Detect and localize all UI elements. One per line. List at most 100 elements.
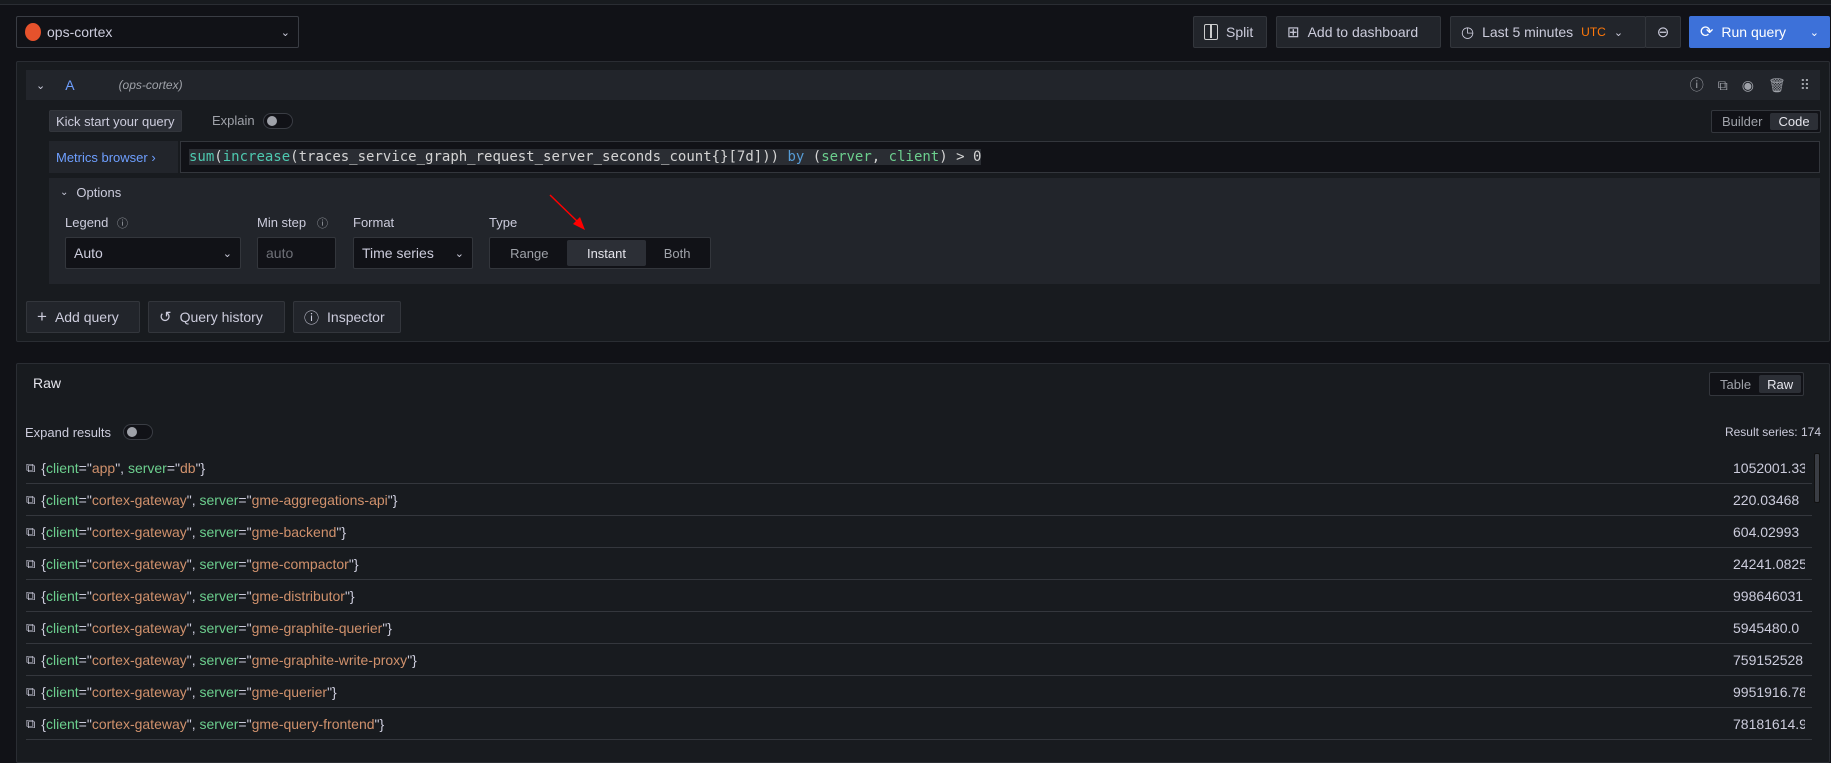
datasource-picker[interactable]: ops-cortex ⌄: [16, 16, 299, 48]
expand-results-label: Expand results: [25, 425, 111, 440]
info-circle-icon: ⓘ: [304, 309, 320, 327]
token-paren: (: [812, 149, 822, 165]
copy-icon[interactable]: ⧉: [26, 460, 35, 476]
token-comma: ,: [871, 149, 889, 165]
result-row: ⧉ {client="cortex-gateway", server="gme-g…: [26, 644, 1812, 676]
query-history-button[interactable]: ↺ Query history: [148, 301, 285, 333]
time-range-picker[interactable]: ◷ Last 5 minutes UTC ⌄: [1450, 16, 1646, 48]
metrics-browser-label: Metrics browser ›: [56, 149, 156, 165]
series-value: 24241.0825: [1733, 555, 1805, 572]
expand-results-toggle[interactable]: [123, 424, 153, 440]
type-radio-group: Range Instant Both: [489, 237, 711, 269]
series-value: 5945480.0: [1733, 619, 1800, 636]
inspector-button[interactable]: ⓘ Inspector: [293, 301, 401, 333]
help-icon[interactable]: ⓘ: [1690, 75, 1704, 95]
format-label: Format: [353, 215, 395, 230]
server-value: gme-graphite-write-proxy: [251, 651, 408, 668]
split-button[interactable]: Split: [1193, 16, 1267, 48]
results-scrollbar[interactable]: [1814, 453, 1820, 503]
add-query-button[interactable]: + Add query: [26, 301, 140, 333]
history-icon: ↺: [159, 309, 172, 326]
server-value: gme-compactor: [251, 555, 349, 572]
red-arrow-annotation: [549, 194, 585, 230]
min-step-placeholder: auto: [266, 245, 294, 261]
result-row: ⧉ {client="app", server="db"} 1052001.33: [26, 452, 1812, 484]
chevron-down-icon: ⌄: [280, 26, 290, 39]
datasource-name: ops-cortex: [47, 24, 113, 40]
copy-icon[interactable]: ⧉: [26, 620, 35, 636]
min-step-input[interactable]: auto: [257, 237, 336, 269]
result-row: ⧉ {client="cortex-gateway", server="gme-q…: [26, 676, 1812, 708]
series-value: 604.02993: [1733, 523, 1800, 540]
trash-icon[interactable]: 🗑: [1768, 75, 1786, 95]
client-value: cortex-gateway: [91, 683, 187, 700]
format-select[interactable]: Time series ⌄: [353, 237, 473, 269]
series-labels: {client="cortex-gateway", server="gme-ba…: [41, 523, 347, 540]
token-metric: traces_service_graph_request_server_seco…: [298, 149, 763, 165]
server-value: gme-query-frontend: [251, 715, 375, 732]
copy-icon[interactable]: ⧉: [26, 652, 35, 668]
zoom-out-button[interactable]: ⊖: [1645, 16, 1681, 48]
copy-icon[interactable]: ⧉: [26, 716, 35, 732]
time-range-label: Last 5 minutes: [1482, 24, 1574, 40]
result-series-count: Result series: 174: [1724, 425, 1821, 439]
eye-icon[interactable]: ◉: [1742, 75, 1754, 95]
raw-view-button[interactable]: Raw: [1759, 375, 1802, 393]
code-mode-button[interactable]: Code: [1770, 113, 1818, 130]
copy-icon[interactable]: ⧉: [26, 524, 35, 540]
chevron-down-icon: ⌄: [222, 247, 232, 260]
copy-icon[interactable]: ⧉: [26, 492, 35, 508]
format-value: Time series: [362, 245, 434, 261]
drag-handle-icon[interactable]: ⠿: [1800, 75, 1810, 95]
result-row: ⧉ {client="cortex-gateway", server="gme-q…: [26, 708, 1812, 740]
client-value: cortex-gateway: [91, 715, 187, 732]
min-step-label: Min step: [257, 215, 307, 230]
client-value: cortex-gateway: [91, 555, 187, 572]
type-instant-option[interactable]: Instant: [566, 240, 647, 266]
explain-label: Explain: [212, 113, 255, 128]
chevron-down-icon: ⌄: [454, 247, 464, 260]
type-range-option[interactable]: Range: [492, 240, 567, 266]
split-icon: [1204, 24, 1218, 40]
server-value: gme-aggregations-api: [251, 491, 388, 508]
legend-label: Legend: [65, 215, 109, 230]
type-label: Type: [489, 215, 518, 230]
kick-start-label: Kick start your query: [56, 113, 175, 129]
copy-icon[interactable]: ⧉: [26, 588, 35, 604]
legend-select[interactable]: Auto ⌄: [65, 237, 241, 269]
metrics-browser-button[interactable]: Metrics browser ›: [49, 141, 178, 173]
copy-icon[interactable]: ⧉: [26, 684, 35, 700]
zoom-out-icon: ⊖: [1656, 24, 1670, 41]
explain-toggle[interactable]: [263, 113, 293, 129]
run-query-button[interactable]: ⟳ Run query ⌄: [1689, 16, 1830, 48]
query-ref-id[interactable]: A: [65, 77, 74, 93]
chevron-down-icon: ⌄: [1613, 26, 1624, 39]
copy-icon[interactable]: ⧉: [1718, 75, 1728, 95]
kick-start-button[interactable]: Kick start your query: [49, 110, 182, 132]
clock-icon: ◷: [1461, 24, 1475, 41]
options-toggle[interactable]: ⌄ Options: [60, 185, 121, 200]
series-value: 998646031: [1733, 587, 1804, 604]
sync-icon: ⟳: [1700, 24, 1714, 41]
results-view-toggle: Table Raw: [1709, 372, 1805, 396]
query-code-input[interactable]: sum(increase(traces_service_graph_reques…: [180, 141, 1820, 173]
copy-icon[interactable]: ⧉: [26, 556, 35, 572]
result-row: ⧉ {client="cortex-gateway", server="gme-g…: [26, 612, 1812, 644]
collapse-chevron-icon[interactable]: ⌄: [36, 79, 45, 92]
info-icon: ⓘ: [317, 218, 328, 230]
table-view-button[interactable]: Table: [1712, 375, 1759, 393]
builder-mode-button[interactable]: Builder: [1714, 113, 1770, 130]
chevron-down-icon: ⌄: [60, 187, 69, 198]
client-value: cortex-gateway: [91, 587, 187, 604]
add-to-dashboard-button[interactable]: ⊞ Add to dashboard: [1276, 16, 1441, 48]
token-number: 0: [972, 149, 982, 165]
type-both-option[interactable]: Both: [646, 240, 708, 266]
chevron-down-icon: ⌄: [1809, 26, 1819, 39]
series-labels: {client="cortex-gateway", server="gme-qu…: [41, 715, 385, 732]
client-value: cortex-gateway: [91, 523, 187, 540]
query-code-text: sum(increase(traces_service_graph_reques…: [189, 149, 982, 165]
plus-icon: +: [37, 307, 47, 326]
info-icon: ⓘ: [117, 218, 128, 230]
token-keyword: by: [779, 149, 813, 165]
run-query-label: Run query: [1721, 24, 1786, 40]
